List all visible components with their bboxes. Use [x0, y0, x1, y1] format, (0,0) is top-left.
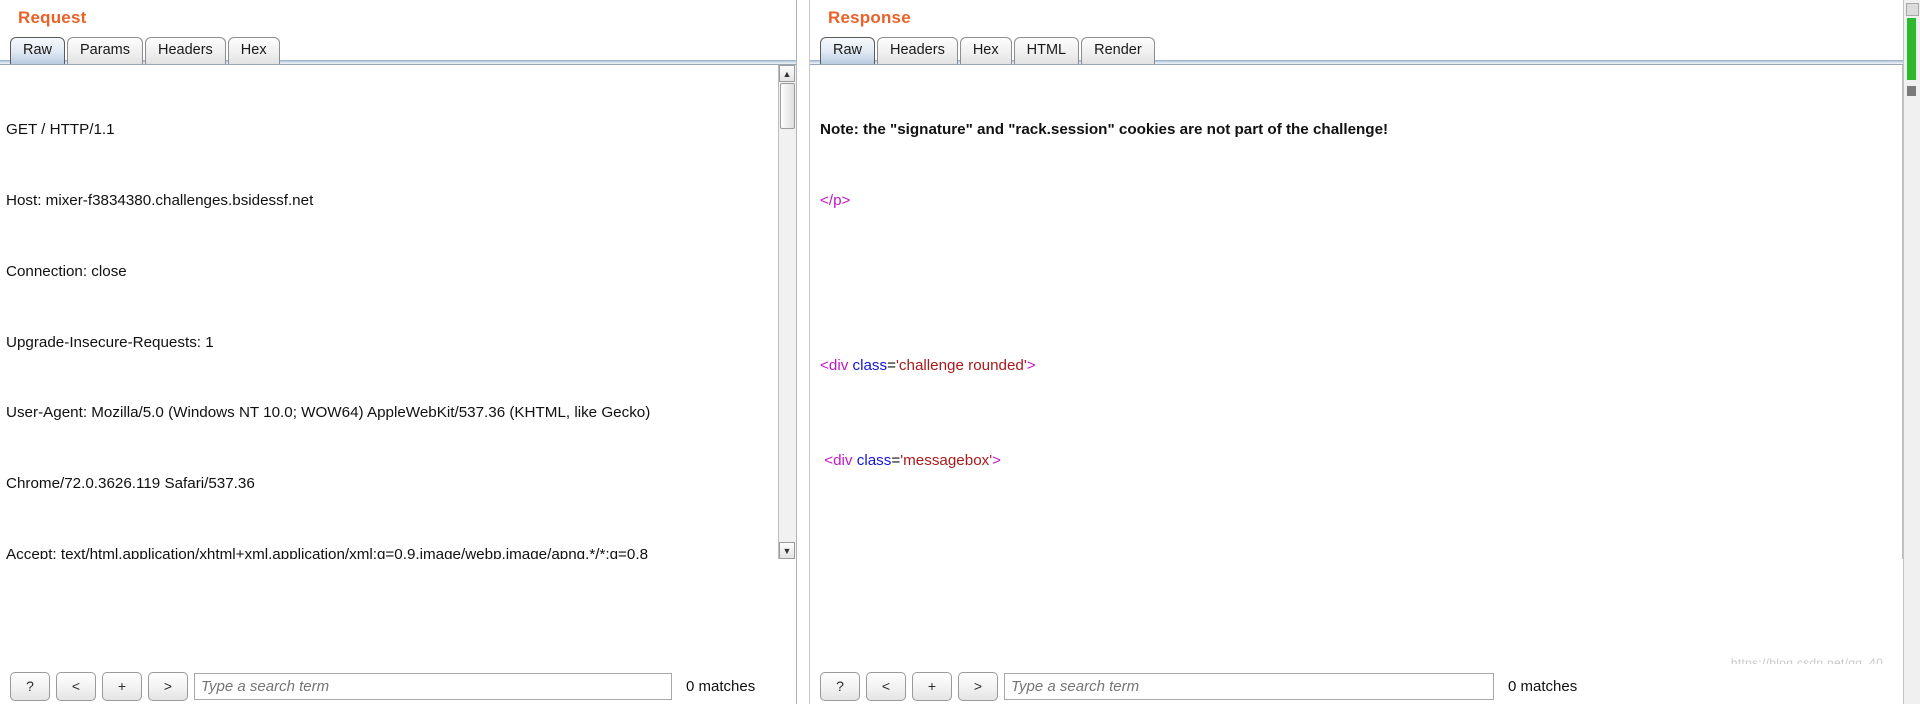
tag-close: >: [1026, 357, 1036, 375]
response-search-help-button[interactable]: ?: [820, 671, 860, 701]
class-attr: class: [852, 357, 888, 375]
response-panel: Response Raw Headers Hex HTML Render Not…: [810, 0, 1920, 704]
tab-response-hex[interactable]: Hex: [959, 37, 1012, 64]
request-vertical-scrollbar[interactable]: ▲ ▼: [778, 65, 796, 559]
class-value: 'challenge rounded': [896, 357, 1027, 375]
request-search-input[interactable]: [194, 672, 672, 700]
response-editor[interactable]: Note: the "signature" and "rack.session"…: [810, 64, 1920, 559]
request-line: Accept: text/html,application/xhtml+xml,…: [6, 545, 649, 559]
tab-response-raw[interactable]: Raw: [820, 37, 876, 64]
class-value: 'messagebox': [900, 451, 993, 469]
div-challenge-line: <div class='challenge rounded'>: [820, 354, 1920, 378]
response-note-line: Note: the "signature" and "rack.session"…: [820, 118, 1920, 142]
request-match-count: 0 matches: [686, 677, 756, 695]
response-close-p-line: </p>: [820, 189, 1920, 213]
scrollbar-indicator-green: [1907, 18, 1916, 80]
response-tabbar: Raw Headers Hex HTML Render: [810, 36, 1920, 64]
request-editor[interactable]: GET / HTTP/1.1 Host: mixer-f3834380.chal…: [0, 64, 796, 559]
class-attr: class: [856, 451, 892, 469]
equals-sign: =: [887, 357, 896, 375]
scrollbar-indicator-grey: [1907, 86, 1916, 96]
response-search-next-button[interactable]: >: [958, 671, 998, 701]
request-tabbar: Raw Params Headers Hex: [0, 36, 796, 64]
window-scrollbar[interactable]: [1903, 0, 1920, 704]
request-search-bar: ? < + > 0 matches: [0, 664, 796, 704]
close-p-tag: </p>: [820, 191, 851, 209]
tab-response-headers[interactable]: Headers: [877, 37, 958, 64]
response-match-count: 0 matches: [1508, 677, 1578, 695]
response-search-prev-button[interactable]: <: [866, 671, 906, 701]
tab-request-hex[interactable]: Hex: [227, 37, 280, 64]
scroll-down-arrow-icon[interactable]: ▼: [779, 542, 795, 559]
scrollbar-corner-box: [1906, 3, 1919, 16]
request-panel-title: Request: [18, 8, 87, 27]
request-panel: Request Raw Params Headers Hex GET / HTT…: [0, 0, 796, 704]
request-line: Host: mixer-f3834380.challenges.bsidessf…: [6, 191, 314, 209]
tab-response-html[interactable]: HTML: [1013, 37, 1080, 64]
request-line: GET / HTTP/1.1: [6, 121, 115, 139]
request-line: User-Agent: Mozilla/5.0 (Windows NT 10.0…: [6, 404, 651, 422]
burp-repeater-window: Request Raw Params Headers Hex GET / HTT…: [0, 0, 1920, 704]
request-line: Upgrade-Insecure-Requests: 1: [6, 333, 214, 351]
request-search-add-button[interactable]: +: [102, 671, 142, 701]
scroll-up-arrow-icon[interactable]: ▲: [779, 65, 795, 82]
request-raw-text: GET / HTTP/1.1 Host: mixer-f3834380.chal…: [0, 69, 796, 559]
tag-close: >: [992, 451, 1002, 469]
response-search-bar: ? < + > 0 matches: [810, 664, 1920, 704]
scrollbar-thumb[interactable]: [780, 83, 795, 129]
request-search-help-button[interactable]: ?: [10, 671, 50, 701]
equals-sign: =: [891, 451, 901, 469]
response-raw-text: Note: the "signature" and "rack.session"…: [810, 69, 1920, 559]
request-line: Connection: close: [6, 262, 127, 280]
tab-request-raw[interactable]: Raw: [10, 37, 66, 64]
div-open-tag: <div: [824, 451, 857, 469]
div-messagebox-line: <div class='messagebox'>: [820, 449, 1920, 473]
response-search-input[interactable]: [1004, 672, 1494, 700]
tab-response-render[interactable]: Render: [1081, 37, 1155, 64]
response-panel-title: Response: [828, 8, 911, 27]
tab-request-headers[interactable]: Headers: [144, 37, 226, 64]
response-search-add-button[interactable]: +: [912, 671, 952, 701]
response-note-text: Note: the "signature" and "rack.session"…: [820, 121, 1389, 139]
panel-splitter[interactable]: [796, 0, 810, 704]
request-search-prev-button[interactable]: <: [56, 671, 96, 701]
request-line: Chrome/72.0.3626.119 Safari/537.36: [6, 475, 255, 493]
tab-request-params[interactable]: Params: [67, 37, 143, 64]
div-open-tag: <div: [820, 357, 853, 375]
request-search-next-button[interactable]: >: [148, 671, 188, 701]
